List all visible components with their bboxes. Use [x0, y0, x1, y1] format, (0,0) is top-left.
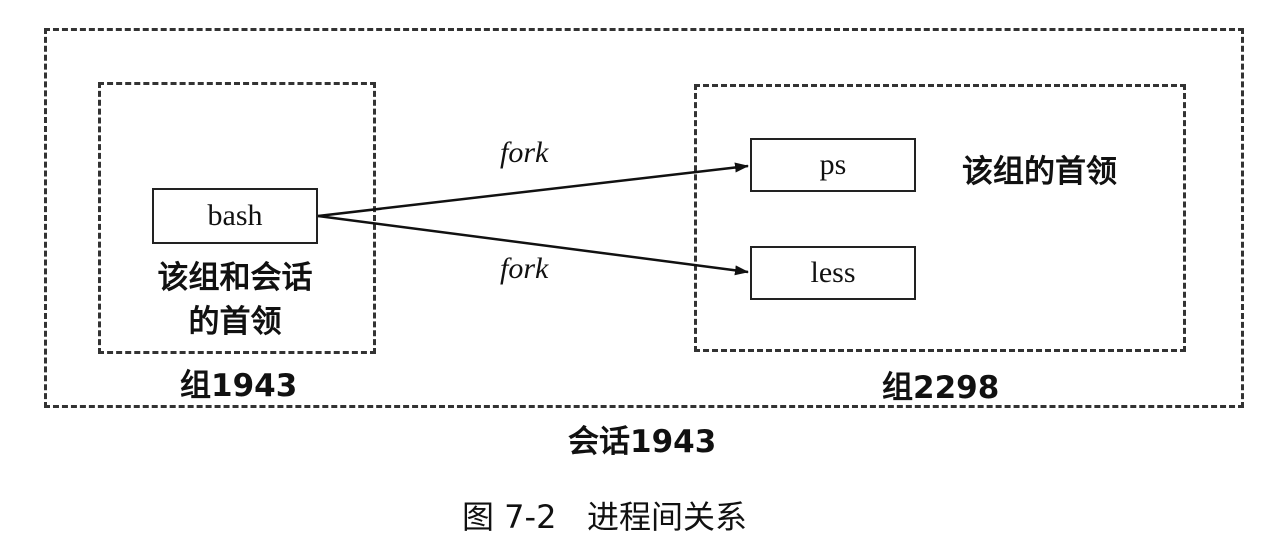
leader-label-right: 该组的首领 [962, 154, 1117, 190]
leader-label-left-line1: 该组和会话 [157, 260, 313, 296]
process-less-label: less [810, 256, 856, 289]
fork-arrow-top [317, 162, 749, 218]
edge-label-bottom: fork [500, 252, 549, 285]
process-less: less [750, 246, 916, 300]
session-label: 会话1943 [568, 424, 717, 460]
figure-caption: 图 7-2 进程间关系 [462, 498, 747, 536]
edge-label-top: fork [500, 136, 549, 169]
process-ps-label: ps [819, 148, 847, 181]
group-label-left: 组1943 [180, 368, 298, 404]
leader-label-left: 该组和会话 的首领 [140, 256, 330, 344]
group-label-right: 组2298 [882, 370, 1000, 406]
leader-label-left-line2: 的首领 [188, 304, 282, 340]
process-ps: ps [750, 138, 916, 192]
process-bash-label: bash [207, 199, 263, 232]
process-bash: bash [152, 188, 318, 244]
